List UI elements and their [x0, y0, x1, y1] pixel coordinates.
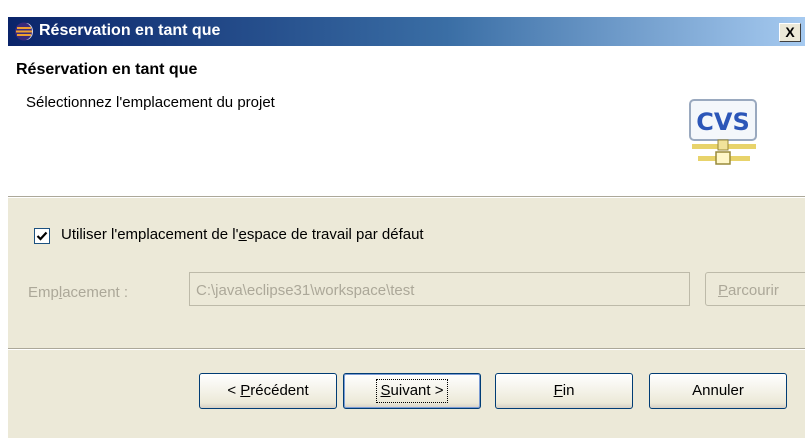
next-button[interactable]: Suivant >	[343, 373, 481, 409]
browse-button[interactable]: Parcourir	[705, 272, 805, 306]
title-bar[interactable]: Réservation en tant que X	[8, 17, 805, 46]
dialog-window: Réservation en tant que X Réservation en…	[8, 17, 805, 438]
close-icon: X	[785, 24, 795, 40]
location-field[interactable]: C:\java\eclipse31\workspace\test	[189, 272, 690, 306]
buttons-separator	[8, 348, 805, 350]
cancel-button[interactable]: Annuler	[649, 373, 787, 409]
use-default-location-checkbox[interactable]	[34, 228, 50, 244]
banner-separator	[8, 196, 805, 198]
cvs-icon: CVS	[689, 99, 757, 165]
window-title: Réservation en tant que	[39, 22, 221, 39]
close-button[interactable]: X	[779, 23, 801, 42]
page-description: Sélectionnez l'emplacement du projet	[26, 94, 275, 111]
back-button[interactable]: < Précédent	[199, 373, 337, 409]
page-title: Réservation en tant que	[16, 61, 198, 78]
wizard-banner: Réservation en tant que Sélectionnez l'e…	[8, 46, 805, 196]
cvs-icon-text: CVS	[696, 108, 749, 136]
checkmark-icon	[36, 231, 48, 241]
use-default-location-label[interactable]: Utiliser l'emplacement de l'espace de tr…	[61, 226, 424, 243]
location-label: Emplacement :	[28, 284, 129, 301]
eclipse-icon	[15, 22, 33, 41]
finish-button[interactable]: Fin	[495, 373, 633, 409]
